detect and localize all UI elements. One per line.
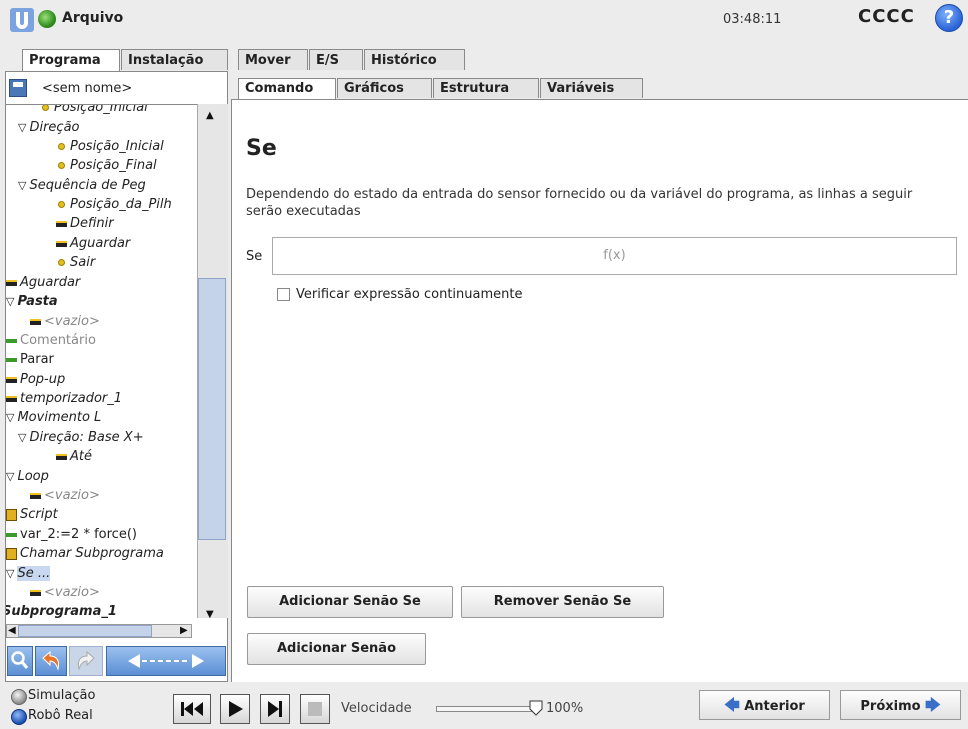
move-node-button[interactable] [106, 646, 226, 676]
tree-node[interactable]: ▽ Direção [18, 119, 80, 137]
tab-es[interactable]: E/S [309, 49, 363, 70]
help-button[interactable]: ? [935, 4, 963, 32]
tab-historico[interactable]: Histórico [364, 49, 465, 70]
page-title: Se [246, 136, 277, 161]
tree-node[interactable]: var_2:=2 * force() [6, 526, 137, 544]
continuous-check-label[interactable]: Verificar expressão continuamente [296, 287, 522, 302]
remove-else-if-button[interactable]: Remover Senão Se [461, 586, 664, 618]
tree-node[interactable]: Posição_da_Pilh [56, 196, 172, 214]
tab-instalacao[interactable]: Instalação [121, 49, 228, 70]
tree-node[interactable]: Posição_Final [56, 157, 157, 175]
left-right-arrow-icon [128, 654, 204, 668]
search-icon [11, 651, 29, 669]
arrow-left-icon: 🡄 [724, 696, 740, 714]
next-label: Próximo [860, 699, 921, 714]
tree-node[interactable]: Aguardar [6, 274, 80, 292]
tree-node[interactable]: Até [56, 448, 92, 466]
description-text: Dependendo do estado da entrada do senso… [246, 187, 913, 219]
tab-graficos[interactable]: Gráficos [337, 78, 432, 98]
tree-node[interactable]: Posição_Inicial [40, 105, 148, 117]
stop-button[interactable] [300, 694, 330, 724]
play-icon [229, 701, 243, 717]
tab-estrutura[interactable]: Estrutura [433, 78, 539, 98]
speed-value: 100% [546, 701, 584, 716]
add-else-button[interactable]: Adicionar Senão [247, 633, 426, 665]
tree-node-selected[interactable]: ▽ Se ... [6, 565, 51, 583]
step-icon [268, 701, 282, 717]
search-button[interactable] [7, 646, 33, 676]
tree-node[interactable]: <vazio> [30, 584, 100, 602]
play-button[interactable] [220, 694, 250, 724]
stop-icon [308, 702, 322, 716]
scroll-left-arrow[interactable]: ◀ [8, 625, 16, 636]
tree-node[interactable]: Comentário [6, 332, 96, 350]
undo-icon [42, 650, 60, 671]
redo-icon [77, 650, 95, 671]
tree-node[interactable]: <vazio> [30, 487, 100, 505]
skip-back-button[interactable] [173, 694, 211, 724]
clock: 03:48:11 [723, 12, 782, 27]
simulation-radio[interactable] [11, 689, 27, 705]
globe-icon [38, 10, 56, 28]
tree-node[interactable]: ▽ Pasta [6, 293, 58, 311]
skip-back-icon [181, 702, 203, 716]
tree-node[interactable]: Definir [56, 215, 114, 233]
tree-vertical-scroll-thumb[interactable] [198, 278, 226, 540]
save-icon[interactable] [9, 79, 27, 97]
tree-node[interactable]: ▽ Direção: Base X+ [18, 429, 144, 447]
undo-button[interactable] [35, 646, 67, 676]
tree-node[interactable]: Sair [56, 254, 95, 272]
tab-variaveis[interactable]: Variáveis [540, 78, 643, 98]
robot-name: CCCC [858, 6, 915, 27]
tree-node[interactable]: ▽ Movimento L [6, 409, 101, 427]
tree-node[interactable]: Posição_Inicial [56, 138, 164, 156]
real-robot-radio[interactable] [11, 709, 27, 725]
program-name: <sem nome> [42, 81, 133, 96]
tree-node[interactable]: Chamar Subprograma [6, 545, 164, 563]
real-robot-label[interactable]: Robô Real [28, 708, 93, 723]
add-else-if-button[interactable]: Adicionar Senão Se [247, 586, 453, 618]
universal-robots-logo [10, 8, 34, 32]
tab-comando[interactable]: Comando [238, 78, 336, 100]
simulation-label[interactable]: Simulação [28, 688, 95, 703]
continuous-check-checkbox[interactable] [277, 288, 290, 301]
tree-node[interactable]: ▽ Sequência de Peg [18, 177, 146, 195]
expression-input[interactable]: f(x) [272, 237, 957, 275]
tree-node[interactable]: temporizador_1 [6, 390, 122, 408]
tree-node[interactable]: Parar [6, 351, 54, 369]
step-button[interactable] [260, 694, 290, 724]
tree-node[interactable]: <vazio> [30, 313, 100, 331]
speed-label: Velocidade [341, 701, 412, 716]
previous-label: Anterior [744, 699, 805, 714]
speed-slider[interactable] [436, 706, 532, 712]
scroll-right-arrow[interactable]: ▶ [180, 625, 188, 636]
tab-programa[interactable]: Programa [22, 49, 120, 72]
speed-slider-thumb[interactable] [529, 700, 543, 716]
tree-horizontal-scroll-thumb[interactable] [18, 625, 152, 637]
tree-node[interactable]: Script [6, 506, 58, 524]
scroll-down-arrow[interactable]: ▼ [206, 609, 214, 620]
scroll-up-arrow[interactable]: ▲ [206, 110, 214, 121]
arrow-right-icon: 🡆 [925, 696, 941, 714]
top-bar [0, 0, 968, 44]
tab-mover[interactable]: Mover [238, 49, 308, 70]
program-tree[interactable]: Posição_Inicial ▽ Direção Posição_Inicial… [6, 104, 198, 618]
tree-node[interactable]: Pop-up [6, 371, 65, 389]
tree-node[interactable]: Subprograma_1 [6, 603, 117, 618]
if-label: Se [246, 249, 263, 264]
tree-node[interactable]: ▽ Loop [6, 468, 49, 486]
next-button[interactable]: Próximo 🡆 [840, 690, 961, 720]
file-menu[interactable]: Arquivo [62, 10, 123, 26]
previous-button[interactable]: 🡄 Anterior [699, 690, 830, 720]
tree-node[interactable]: Aguardar [56, 235, 130, 253]
redo-button[interactable] [69, 646, 103, 676]
